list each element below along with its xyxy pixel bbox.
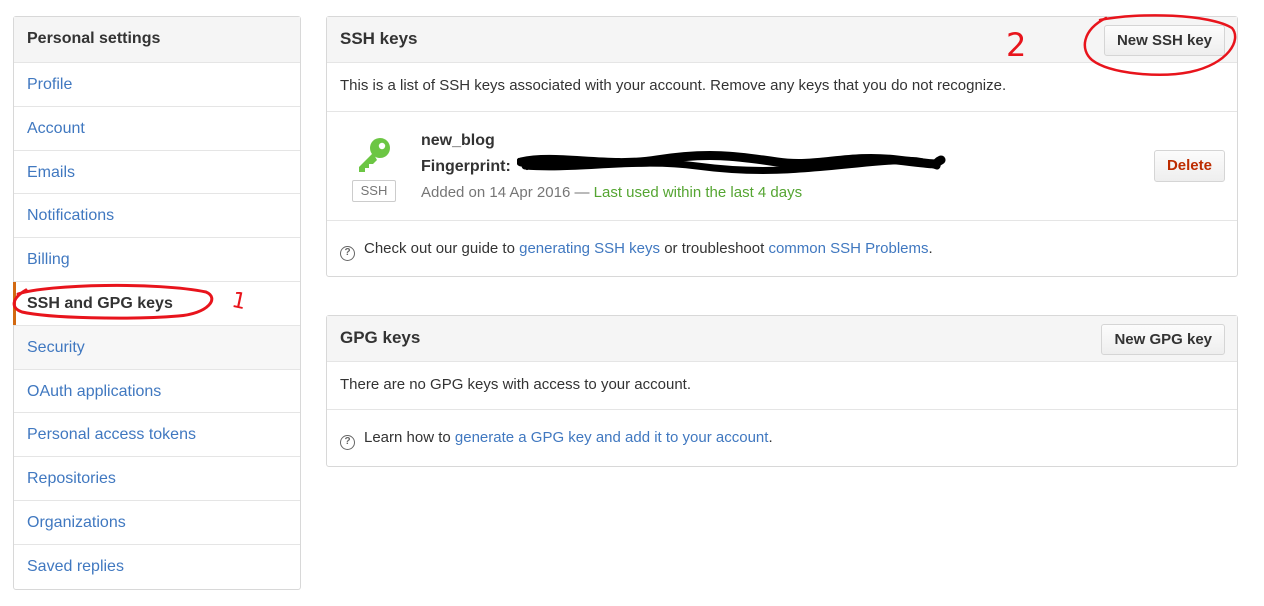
gpg-keys-header: GPG keys New GPG key	[327, 316, 1237, 362]
ssh-help-row: ? Check out our guide to generating SSH k…	[327, 221, 1237, 276]
ssh-keys-title: SSH keys	[340, 29, 418, 48]
generating-ssh-keys-link[interactable]: generating SSH keys	[519, 240, 660, 257]
sidebar-item-security[interactable]: Security	[14, 325, 300, 370]
delete-ssh-key-button[interactable]: Delete	[1153, 150, 1225, 182]
question-circle-icon: ?	[340, 246, 355, 261]
ssh-keys-description-row: This is a list of SSH keys associated wi…	[327, 63, 1237, 112]
ssh-key-fingerprint-label: Fingerprint:	[421, 158, 511, 175]
generate-gpg-key-link[interactable]: generate a GPG key and add it to your ac…	[455, 429, 769, 446]
ssh-key-added-info: Added on 14 Apr 2016 — Last used within …	[421, 184, 802, 201]
gpg-keys-panel: GPG keys New GPG key There are no GPG ke…	[326, 315, 1238, 467]
sidebar-item-ssh-gpg-keys[interactable]: SSH and GPG keys	[13, 281, 300, 326]
ssh-help-suffix: .	[928, 240, 933, 257]
gpg-empty-row: There are no GPG keys with access to you…	[327, 362, 1237, 410]
sidebar-item-repositories[interactable]: Repositories	[14, 457, 300, 501]
ssh-help-text: ? Check out our guide to generating SSH k…	[340, 240, 933, 261]
gpg-help-text: ? Learn how to generate a GPG key and add…	[340, 429, 773, 450]
common-ssh-problems-link[interactable]: common SSH Problems	[768, 240, 928, 257]
ssh-key-added-date: Added on 14 Apr 2016 —	[421, 184, 590, 201]
ssh-key-type-badge: SSH	[352, 180, 396, 202]
ssh-help-middle: or troubleshoot	[664, 240, 765, 257]
gpg-keys-title: GPG keys	[340, 328, 421, 347]
sidebar-header: Personal settings	[14, 17, 300, 63]
gpg-help-row: ? Learn how to generate a GPG key and add…	[327, 410, 1237, 466]
ssh-keys-panel: SSH keys New SSH key This is a list of S…	[326, 16, 1238, 277]
gpg-help-suffix: .	[768, 429, 773, 446]
sidebar-item-organizations[interactable]: Organizations	[14, 501, 300, 545]
sidebar-item-oauth-applications[interactable]: OAuth applications	[14, 370, 300, 414]
sidebar-item-emails[interactable]: Emails	[14, 151, 300, 195]
key-icon	[359, 138, 390, 172]
ssh-keys-description: This is a list of SSH keys associated wi…	[340, 77, 1007, 94]
ssh-key-name: new_blog	[421, 132, 495, 149]
ssh-help-prefix: Check out our guide to	[364, 240, 515, 257]
ssh-key-last-used: Last used within the last 4 days	[593, 184, 803, 201]
settings-sidebar: Personal settings Profile Account Emails…	[13, 16, 301, 590]
sidebar-item-profile[interactable]: Profile	[14, 63, 300, 107]
fingerprint-redaction-scribble	[517, 151, 946, 174]
question-circle-icon: ?	[340, 435, 355, 450]
sidebar-item-billing[interactable]: Billing	[14, 238, 300, 282]
ssh-keys-header: SSH keys New SSH key	[327, 17, 1237, 63]
gpg-help-prefix: Learn how to	[364, 429, 451, 446]
sidebar-item-personal-access-tokens[interactable]: Personal access tokens	[14, 413, 300, 458]
new-ssh-key-button[interactable]: New SSH key	[1103, 25, 1225, 56]
gpg-empty-message: There are no GPG keys with access to you…	[340, 376, 691, 393]
sidebar-item-saved-replies[interactable]: Saved replies	[14, 545, 300, 589]
ssh-key-item: SSH new_blog Fingerprint: Added on 14 Ap…	[327, 112, 1237, 221]
new-gpg-key-button[interactable]: New GPG key	[1101, 324, 1225, 355]
sidebar-item-account[interactable]: Account	[14, 107, 300, 151]
sidebar-item-notifications[interactable]: Notifications	[14, 194, 300, 239]
